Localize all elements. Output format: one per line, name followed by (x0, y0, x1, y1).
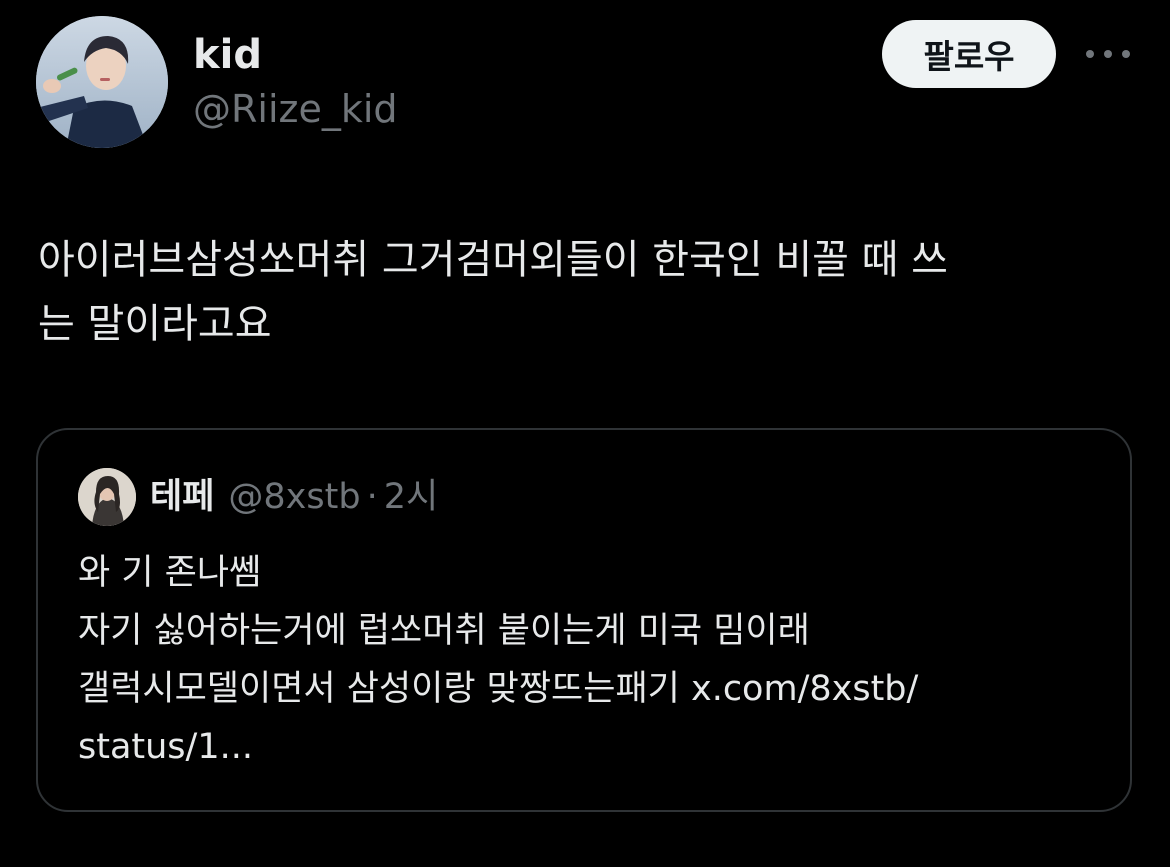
quoted-author-display-name[interactable]: 테페 (150, 474, 214, 520)
author-handle[interactable]: @Riize_kid (193, 84, 398, 134)
quoted-profile-photo-icon (78, 468, 136, 526)
quoted-text-line: 와 기 존나쎔 (78, 553, 262, 593)
author-display-name[interactable]: kid (193, 30, 262, 80)
tweet-text: 아이러브삼성쏘머취 그거검머외들이 한국인 비꼴 때 쓰 는 말이라고요 (38, 237, 948, 347)
profile-photo-icon (36, 16, 168, 148)
separator-dot: · (366, 477, 378, 517)
more-horizontal-icon[interactable] (1086, 40, 1130, 68)
follow-button[interactable]: 팔로우 (882, 20, 1056, 88)
quoted-author-avatar[interactable] (78, 468, 136, 526)
quoted-author-handle[interactable]: @8xstb (228, 474, 360, 520)
quoted-text-line: 자기 싫어하는거에 럽쏘머취 붙이는게 미국 밈이래 (78, 611, 810, 651)
quoted-tweet-header: 테페 @8xstb · 2시 (150, 474, 438, 520)
author-avatar[interactable] (36, 16, 168, 148)
quoted-tweet-card[interactable]: 테페 @8xstb · 2시 와 기 존나쎔 자기 싫어하는거에 럽쏘머취 붙이… (36, 428, 1132, 812)
more-dot (1086, 50, 1094, 58)
more-dot (1104, 50, 1112, 58)
quoted-link-continuation[interactable]: status/1... (78, 718, 1098, 776)
tweet-page: kid @Riize_kid 팔로우 아이러브삼성쏘머취 그거검머외들이 한국인… (0, 0, 1170, 867)
quoted-text-line-with-link[interactable]: 갤럭시모델이면서 삼성이랑 맞짱뜨는패기 x.com/8xstb/ (78, 660, 1098, 718)
quoted-timestamp[interactable]: 2시 (384, 474, 438, 520)
quoted-tweet-text: 와 기 존나쎔 자기 싫어하는거에 럽쏘머취 붙이는게 미국 밈이래 갤럭시모델… (78, 544, 1098, 776)
more-dot (1122, 50, 1130, 58)
